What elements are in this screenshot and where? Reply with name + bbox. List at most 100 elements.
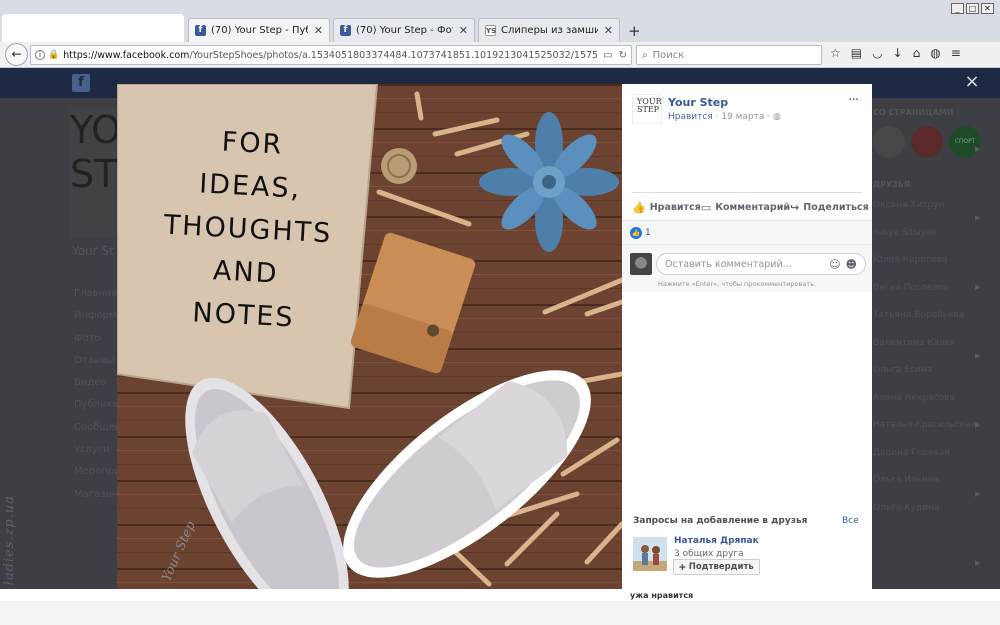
reader-view-icon[interactable]: ▭ — [603, 50, 612, 61]
emoji-icon[interactable]: ☺ — [829, 258, 840, 271]
notebook-line: THOUGHTS — [162, 209, 334, 250]
friend-list-item: Юлия Королева — [873, 255, 948, 265]
like-page-link[interactable]: Нравится — [668, 112, 713, 122]
page-bubble — [911, 126, 943, 158]
post-photo[interactable]: FOR IDEAS, THOUGHTS AND NOTES Your Step — [117, 84, 622, 589]
post-side-panel: YOUR STEP Your Step Нравится · 19 марта … — [622, 84, 872, 589]
friend-list-item: Вагаи Поспелов — [873, 282, 949, 293]
side-arrows: ▸ ▸ ▸ ▸ ▸ ▸ ▸ — [975, 142, 981, 569]
notebook-text: FOR IDEAS, THOUGHTS AND NOTES — [157, 118, 338, 342]
new-tab-button[interactable]: + — [628, 22, 641, 40]
post-header: YOUR STEP Your Step Нравится · 19 марта … — [622, 84, 872, 134]
sync-icon[interactable]: ◍ — [930, 46, 940, 60]
pocket-icon[interactable]: ◡ — [872, 46, 882, 60]
bookmark-star-icon[interactable]: ☆ — [830, 46, 841, 60]
back-arrow-icon[interactable]: ← — [5, 43, 28, 66]
tab-slippers[interactable]: YS Слиперы из замши цве... ✕ — [478, 18, 620, 42]
search-placeholder: Поиск — [652, 49, 685, 61]
menu-hamburger-icon[interactable]: ≡ — [951, 46, 961, 60]
close-tab-icon[interactable]: ✕ — [604, 24, 613, 37]
comment-input[interactable]: Оставить комментарий... ☺ ☻ — [656, 253, 866, 275]
close-tab-icon[interactable]: ✕ — [459, 24, 468, 37]
see-all-link[interactable]: Все — [842, 516, 859, 526]
bottom-label: ужа нравится — [630, 591, 694, 600]
close-window-button[interactable]: ✕ — [981, 3, 994, 14]
friend-list-item: Ольга Кудина — [873, 502, 940, 513]
comment-button[interactable]: ▭ Комментарий — [701, 201, 790, 214]
friend-requests: Запросы на добавление в друзья Все Натал… — [622, 512, 872, 589]
reload-icon[interactable]: ↻ — [619, 50, 627, 61]
window-controls: _ □ ✕ — [951, 3, 994, 14]
friend-list-item: Ольга Ильина — [873, 475, 940, 485]
arrow-icon: ▸ — [975, 280, 981, 293]
friend-avatar-image — [633, 537, 667, 571]
bottom-fade — [0, 589, 1000, 601]
like-reaction-icon[interactable]: 👍 — [630, 226, 642, 239]
share-arrow-icon: ↪ — [790, 201, 800, 214]
pages-heading: СО СТРАНИЦАМИ — [873, 108, 954, 117]
more-options-icon[interactable]: ··· — [848, 92, 859, 108]
post-author[interactable]: Your Step — [668, 96, 728, 109]
post-actions: 👍 Нравится ▭ Комментарий ↪ Поделиться — [632, 192, 869, 220]
bottom-strip: ужа нравится — [0, 589, 1000, 625]
likes-summary: 👍 1 — [622, 220, 872, 244]
sticker-icon[interactable]: ☻ — [846, 258, 857, 271]
friend-list-item: Алена Некрасова — [873, 392, 955, 403]
arrow-icon: ▸ — [975, 142, 981, 155]
post-date[interactable]: · 19 марта · — [713, 112, 773, 122]
blank-tab-area — [2, 14, 184, 42]
page-logo: YO STE — [70, 108, 141, 238]
info-icon[interactable]: i — [35, 50, 45, 60]
close-tab-icon[interactable]: ✕ — [314, 24, 323, 37]
tab-title: (70) Your Step - Фото — [356, 25, 453, 36]
bookmarks-list-icon[interactable]: ▤ — [851, 46, 862, 60]
like-button[interactable]: 👍 Нравится — [632, 201, 701, 214]
comment-bubble-icon: ▭ — [700, 201, 712, 214]
arrow-icon: ▸ — [975, 349, 981, 362]
facebook-logo-icon: f — [72, 74, 90, 92]
browser-tab-bar: f (70) Your Step - Публика... ✕ f (70) Y… — [0, 0, 1000, 42]
share-button[interactable]: ↪ Поделиться — [790, 201, 869, 214]
friend-list-item: Татьяна Воробьева — [873, 310, 965, 320]
likes-count[interactable]: 1 — [645, 228, 651, 238]
lightbox-close-icon[interactable]: × — [962, 72, 982, 92]
home-icon[interactable]: ⌂ — [913, 46, 921, 60]
friend-name[interactable]: Наталья Дряпак — [674, 536, 759, 546]
friend-requests-title: Запросы на добавление в друзья — [633, 516, 808, 526]
friend-list-item: Валентина Калек — [873, 337, 956, 348]
toolbar-icons: ☆ ▤ ◡ ↓ ⌂ ◍ ≡ — [830, 46, 961, 60]
lock-icon[interactable]: 🔒 — [48, 50, 59, 60]
page-avatar[interactable]: YOUR STEP — [632, 94, 662, 124]
watermark: ladies.zp.ua — [2, 495, 17, 586]
friend-avatar[interactable] — [633, 537, 667, 571]
comment-placeholder: Оставить комментарий... — [665, 258, 792, 270]
search-input[interactable]: ⌕ Поиск — [636, 45, 822, 65]
friends-heading: ДРУЗЬЯ — [873, 180, 911, 189]
comment-hint: Нажмите «Enter», чтобы прокомментировать… — [658, 280, 816, 288]
tab-title: (70) Your Step - Публика... — [211, 25, 308, 36]
tab-title: Слиперы из замши цве... — [501, 25, 598, 36]
friends-list: Оксана Хитрун Yuliya Sitsiyak Юлия Королев… — [873, 200, 983, 530]
arrow-icon: ▸ — [975, 556, 981, 569]
minimize-window-button[interactable]: _ — [951, 3, 964, 14]
page-right-column: СО СТРАНИЦАМИ СПОРТ ДРУЗЬЯ Оксана Хитрун… — [873, 108, 983, 530]
browser-nav-bar: ← i 🔒 https://www.facebook.com/YourStepS… — [0, 42, 1000, 68]
url-text[interactable]: https://www.facebook.com/YourStepShoes/p… — [63, 50, 597, 61]
friend-list-item: Ольга Есина — [873, 365, 933, 375]
arrow-icon: ▸ — [975, 487, 981, 500]
download-icon[interactable]: ↓ — [893, 46, 903, 60]
maximize-window-button[interactable]: □ — [966, 3, 979, 14]
tab-publications[interactable]: f (70) Your Step - Публика... ✕ — [188, 18, 330, 42]
address-bar[interactable]: i 🔒 https://www.facebook.com/YourStepSho… — [30, 45, 632, 65]
globe-icon: ◍ — [773, 112, 781, 122]
arrow-icon: ▸ — [975, 418, 981, 431]
mutual-friends[interactable]: 3 общих друга — [674, 549, 744, 559]
search-icon: ⌕ — [642, 49, 648, 61]
page-bubbles: СПОРТ — [873, 126, 983, 158]
add-friend-icon: ✚ — [679, 562, 686, 572]
page-bubble — [873, 126, 905, 158]
confirm-button[interactable]: ✚ Подтвердить — [673, 559, 760, 575]
thumbs-up-icon: 👍 — [632, 201, 646, 214]
tab-photo[interactable]: f (70) Your Step - Фото ✕ — [333, 18, 475, 42]
friend-list-item: Yuliya Sitsiyak — [873, 227, 937, 238]
